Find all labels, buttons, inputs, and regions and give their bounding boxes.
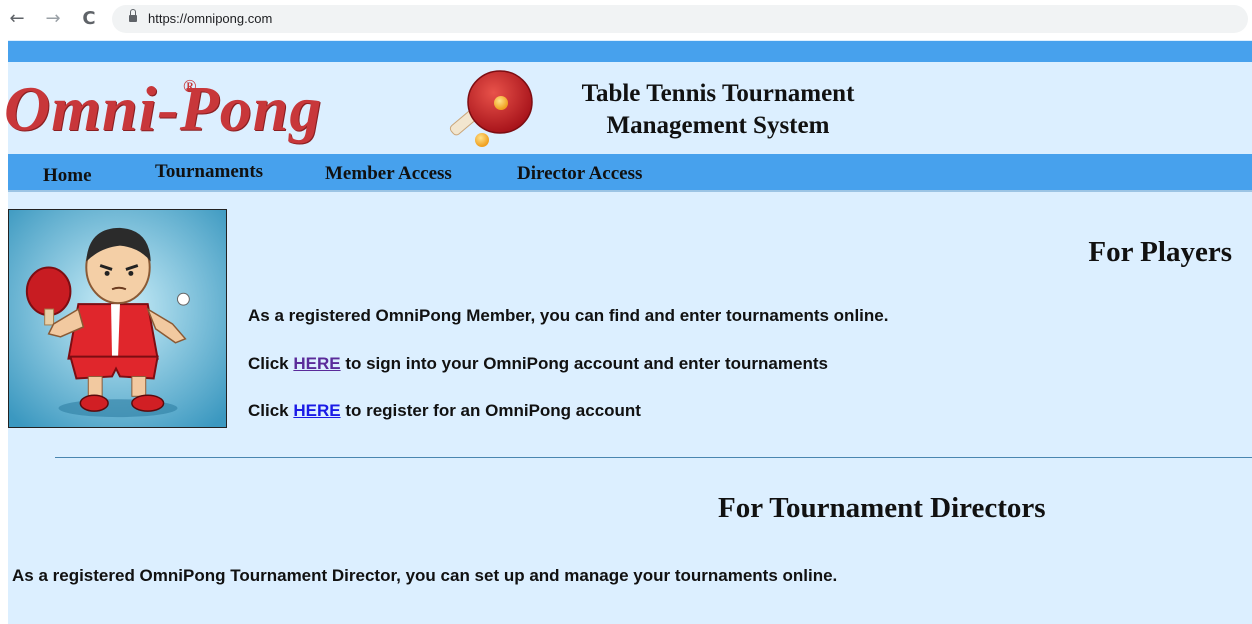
- tagline-line-2: Management System: [606, 112, 830, 139]
- site-header: Omni-Pong ® Table Tennis Tournament Mana: [4, 62, 1252, 154]
- players-intro-text: As a registered OmniPong Member, you can…: [248, 306, 889, 325]
- site-tagline: Table Tennis Tournament Management Syste…: [548, 78, 888, 142]
- directors-heading: For Tournament Directors: [718, 492, 1046, 524]
- site-logo[interactable]: Omni-Pong: [4, 72, 322, 146]
- browser-toolbar: ← → C https://omnipong.com: [0, 0, 1252, 40]
- top-color-bar: [8, 41, 1252, 62]
- back-arrow-icon[interactable]: ←: [6, 8, 28, 30]
- main-menu: Home Tournaments Member Access Director …: [8, 154, 1252, 192]
- player-illustration: [8, 209, 227, 428]
- reload-icon[interactable]: C: [78, 8, 100, 30]
- signin-here-link[interactable]: HERE: [293, 354, 340, 373]
- register-paragraph: Click HERE to register for an OmniPong a…: [248, 401, 641, 421]
- register-here-link[interactable]: HERE: [293, 401, 340, 420]
- menu-item-director-access[interactable]: Director Access: [517, 163, 642, 185]
- register-prefix: Click: [248, 401, 294, 420]
- ping-pong-paddle-icon: [449, 70, 533, 147]
- address-bar[interactable]: https://omnipong.com: [112, 5, 1248, 33]
- signin-suffix: to sign into your OmniPong account and e…: [340, 354, 828, 373]
- registered-mark: ®: [183, 76, 197, 96]
- menu-item-tournaments[interactable]: Tournaments: [155, 161, 263, 183]
- register-suffix: to register for an OmniPong account: [340, 401, 641, 420]
- directors-intro-text: As a registered OmniPong Tournament Dire…: [12, 566, 838, 585]
- section-divider: [55, 457, 1252, 458]
- forward-arrow-icon[interactable]: →: [42, 8, 64, 30]
- menu-item-member-access[interactable]: Member Access: [325, 163, 452, 185]
- menu-item-home[interactable]: Home: [43, 165, 92, 187]
- signin-prefix: Click: [248, 354, 294, 373]
- url-text: https://omnipong.com: [148, 11, 273, 26]
- players-heading: For Players: [1088, 236, 1232, 268]
- page-content: Omni-Pong ® Table Tennis Tournament Mana: [4, 40, 1252, 624]
- lock-icon: [129, 9, 137, 23]
- tagline-line-1: Table Tennis Tournament: [581, 80, 855, 107]
- signin-paragraph: Click HERE to sign into your OmniPong ac…: [248, 354, 828, 374]
